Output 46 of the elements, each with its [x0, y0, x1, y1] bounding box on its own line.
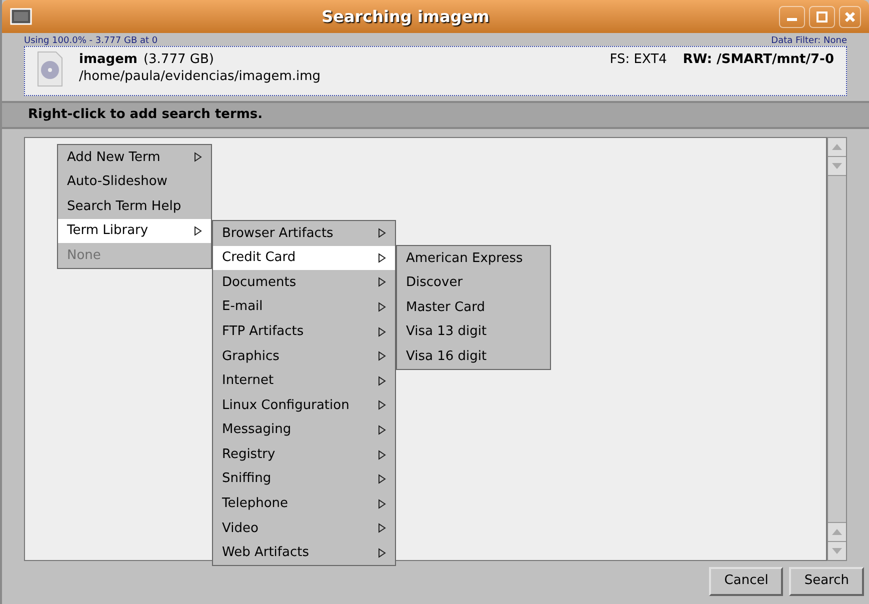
scrollbar[interactable]: [827, 137, 847, 561]
hint-text: Right-click to add search terms.: [28, 106, 263, 124]
window-icon[interactable]: [10, 8, 32, 26]
menu-item[interactable]: Credit Card: [213, 246, 395, 270]
disk-file-icon: [37, 51, 63, 87]
submenu-arrow-icon: [194, 226, 202, 236]
submenu-arrow-icon: [378, 523, 386, 534]
minimize-icon: [787, 18, 797, 21]
submenu-arrow-icon: [378, 474, 386, 484]
dialog-button[interactable]: Search: [789, 566, 864, 596]
submenu-arrow-icon: [378, 252, 386, 263]
scroll-up-button[interactable]: [828, 138, 846, 157]
mount-label: RW: /SMART/mnt/7-0: [682, 51, 834, 68]
dialog-button[interactable]: Cancel: [709, 566, 784, 596]
image-size: (3.777 GB): [143, 51, 214, 68]
up-arrow-icon: [832, 529, 842, 535]
submenu-arrow-icon: [378, 351, 386, 362]
submenu-arrow-icon: [378, 548, 386, 558]
filesystem-label: FS: EXT4: [610, 51, 667, 68]
minimize-button[interactable]: [779, 6, 805, 28]
maximize-icon: [816, 10, 828, 22]
submenu-arrow-icon: [194, 152, 202, 162]
close-icon: [844, 10, 856, 22]
image-name: imagem: [79, 51, 138, 68]
menu-item[interactable]: Term Library: [58, 218, 211, 244]
submenu-arrow-icon: [378, 425, 386, 436]
image-path: /home/paula/evidencias/imagem.img: [79, 68, 322, 85]
down-arrow-icon: [832, 548, 842, 554]
data-filter-text: Data Filter: None: [771, 36, 847, 46]
submenu-arrow-icon: [378, 228, 386, 238]
maximize-button[interactable]: [809, 6, 835, 28]
scroll-down-button[interactable]: [828, 541, 846, 560]
down-arrow-icon: [832, 163, 842, 169]
scroll-down-button[interactable]: [828, 157, 846, 176]
submenu-arrow-icon: [378, 326, 386, 337]
window-title: Searching imagem: [322, 6, 490, 28]
submenu-arrow-icon: [378, 450, 386, 460]
scroll-up-button[interactable]: [828, 522, 846, 541]
close-button[interactable]: [839, 6, 861, 28]
submenu-arrow-icon: [378, 302, 386, 312]
up-arrow-icon: [832, 144, 842, 150]
submenu-arrow-icon: [378, 376, 386, 386]
submenu-arrow-icon: [378, 277, 386, 288]
usage-text: Using 100.0% - 3.777 GB at 0: [24, 36, 158, 46]
submenu-arrow-icon: [378, 400, 386, 410]
submenu-arrow-icon: [378, 498, 386, 509]
